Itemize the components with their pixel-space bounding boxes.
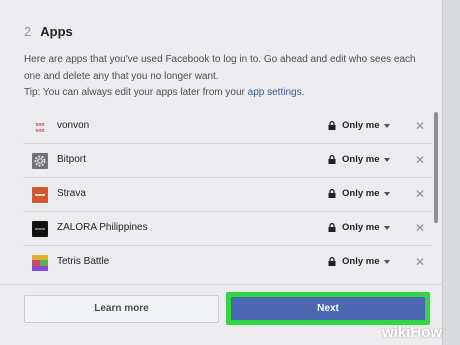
- remove-app-button[interactable]: ✕: [414, 255, 426, 269]
- tip-prefix: Tip: You can always edit your apps later…: [24, 87, 248, 98]
- remove-app-button[interactable]: ✕: [414, 153, 426, 167]
- privacy-label: Only me: [342, 222, 380, 233]
- tip-suffix: .: [301, 87, 305, 98]
- app-row-zalora: ZALORA Philippines Only me ✕: [23, 212, 432, 246]
- app-list-scrollbar[interactable]: [434, 112, 438, 223]
- lock-icon: [328, 189, 336, 198]
- section-title: Apps: [40, 24, 73, 39]
- privacy-label: Only me: [342, 120, 380, 131]
- privacy-label: Only me: [342, 188, 380, 199]
- chevron-down-icon: [383, 259, 390, 264]
- lock-icon: [328, 155, 336, 164]
- privacy-selector[interactable]: Only me: [328, 222, 390, 233]
- app-name: vonvon: [57, 120, 90, 131]
- app-name: Strava: [57, 188, 86, 199]
- remove-app-button[interactable]: ✕: [414, 187, 426, 201]
- app-name: Tetris Battle: [57, 256, 110, 267]
- privacy-selector[interactable]: Only me: [328, 154, 390, 165]
- privacy-label: Only me: [342, 256, 380, 267]
- step-number: 2: [24, 24, 32, 39]
- next-button-highlight: Next: [226, 292, 430, 325]
- app-row-vonvon: von von vonvon Only me ✕: [23, 110, 432, 144]
- app-row-tetris-battle: Tetris Battle Only me ✕: [23, 246, 432, 278]
- page-background: [443, 0, 460, 345]
- svg-text:von: von: [36, 128, 45, 134]
- lock-icon: [328, 223, 336, 232]
- privacy-selector[interactable]: Only me: [328, 120, 390, 131]
- strava-logo-icon: [32, 187, 48, 203]
- app-row-bitport: Bitport Only me ✕: [23, 144, 432, 178]
- tip-text: Tip: You can always edit your apps later…: [24, 87, 304, 98]
- wikihow-watermark: wikiHow: [382, 324, 442, 341]
- zalora-logo-icon: [32, 221, 48, 237]
- bitport-gear-icon: [32, 153, 48, 169]
- app-row-strava: Strava Only me ✕: [23, 178, 432, 212]
- tetris-logo-icon: [32, 255, 48, 271]
- privacy-selector[interactable]: Only me: [328, 256, 390, 267]
- chevron-down-icon: [383, 225, 390, 230]
- app-name: ZALORA Philippines: [57, 222, 148, 233]
- privacy-label: Only me: [342, 154, 380, 165]
- chevron-down-icon: [383, 123, 390, 128]
- chevron-down-icon: [383, 191, 390, 196]
- description-text: Here are apps that you've used Facebook …: [24, 54, 416, 82]
- chevron-down-icon: [383, 157, 390, 162]
- privacy-selector[interactable]: Only me: [328, 188, 390, 199]
- vonvon-logo-icon: von von: [32, 119, 48, 135]
- app-list: von von vonvon Only me ✕ Bitport Only me…: [23, 110, 432, 278]
- remove-app-button[interactable]: ✕: [414, 221, 426, 235]
- app-settings-link[interactable]: app settings: [248, 87, 302, 98]
- remove-app-button[interactable]: ✕: [414, 119, 426, 133]
- section-header: 2 Apps: [24, 24, 73, 39]
- watermark-wiki: wiki: [382, 324, 411, 341]
- app-name: Bitport: [57, 154, 86, 165]
- learn-more-button[interactable]: Learn more: [24, 295, 219, 323]
- lock-icon: [328, 257, 336, 266]
- footer-divider: [0, 284, 443, 285]
- apps-dialog: 2 Apps Here are apps that you've used Fa…: [0, 0, 443, 345]
- next-button[interactable]: Next: [231, 297, 425, 320]
- watermark-how: How: [410, 324, 443, 341]
- lock-icon: [328, 121, 336, 130]
